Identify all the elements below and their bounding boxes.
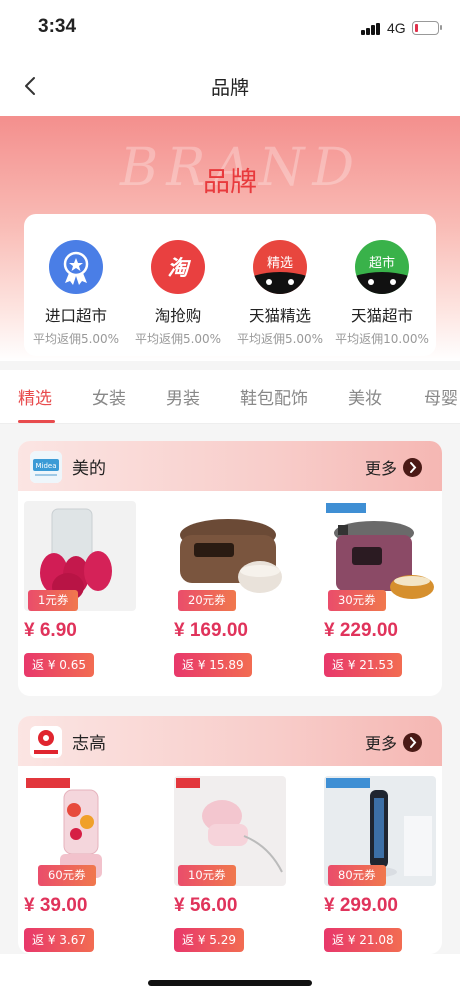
- home-bar-area: [0, 954, 460, 996]
- tab-featured[interactable]: 精选: [18, 384, 52, 409]
- product-price: ¥ 229.00: [324, 620, 398, 641]
- coupon-badge: 1元券: [28, 590, 79, 611]
- more-button[interactable]: 更多: [365, 730, 422, 754]
- coupon-badge: 10元券: [178, 865, 236, 886]
- category-rate: 平均返佣10.00%: [335, 332, 429, 346]
- network-label: 4G: [387, 20, 406, 36]
- brand-header: Midea 美的 更多: [18, 441, 442, 491]
- category-name: 淘抢购: [154, 307, 202, 325]
- rebate-badge: 返 ¥ 21.08: [324, 928, 402, 952]
- ribbon-medal-icon: [49, 240, 103, 294]
- brand-name: 志高: [72, 734, 106, 754]
- product-price: ¥ 39.00: [24, 895, 88, 916]
- rebate-badge: 返 ¥ 15.89: [174, 653, 252, 677]
- category-name: 天猫超市: [350, 307, 413, 325]
- product-price: ¥ 169.00: [174, 620, 248, 641]
- product-card[interactable]: 30元券 ¥ 229.00 返 ¥ 21.53: [324, 501, 436, 677]
- chevron-right-icon: [403, 732, 422, 752]
- battery-level: [414, 23, 418, 32]
- category-rate: 平均返佣5.00%: [134, 332, 222, 346]
- chevron-right-icon: [403, 457, 422, 477]
- product-price: ¥ 299.00: [324, 895, 398, 916]
- product-image-tower-fan[interactable]: 80元券: [324, 776, 436, 886]
- more-label: 更多: [364, 734, 397, 753]
- category-tao-flash-sale[interactable]: 淘 淘抢购 平均返佣5.00%: [128, 240, 228, 347]
- category-imported-supermarket[interactable]: 进口超市 平均返佣5.00%: [26, 240, 126, 347]
- rebate-badge: 返 ¥ 5.29: [174, 928, 244, 952]
- product-price: ¥ 56.00: [174, 895, 238, 916]
- nav-bar: 品牌: [0, 56, 460, 116]
- product-image-garment-steamer[interactable]: 10元券: [174, 776, 286, 886]
- category-rate: 平均返佣5.00%: [236, 332, 324, 346]
- product-price: ¥ 6.90: [24, 620, 77, 641]
- product-card[interactable]: 60元券 ¥ 39.00 返 ¥ 3.67: [24, 776, 136, 952]
- status-bar: 3:34 4G: [0, 0, 460, 56]
- product-image-pressure-cooker[interactable]: 30元券: [324, 501, 436, 611]
- category-rate: 平均返佣5.00%: [32, 332, 120, 346]
- hero-title: 品牌: [203, 167, 257, 198]
- tao-icon: 淘: [151, 240, 205, 294]
- product-card[interactable]: 10元券 ¥ 56.00 返 ¥ 5.29: [174, 776, 286, 952]
- more-label: 更多: [364, 459, 397, 478]
- category-tabs: 精选 女装 男装 鞋包配饰 美妆 母婴: [0, 370, 460, 424]
- home-indicator[interactable]: [148, 980, 312, 986]
- signal-icon: [361, 23, 381, 35]
- product-card[interactable]: 1元券 ¥ 6.90 返 ¥ 0.65: [24, 501, 136, 677]
- coupon-badge: 60元券: [38, 865, 96, 886]
- rebate-badge: 返 ¥ 21.53: [324, 653, 402, 677]
- category-tmall-supermarket[interactable]: 超市 天猫超市 平均返佣10.00%: [332, 240, 432, 347]
- rebate-badge: 返 ¥ 0.65: [24, 653, 94, 677]
- brand-card-chigo: 志高 更多 60元券 ¥ 39.00 返 ¥ 3.67 10元券 ¥ 56.00…: [18, 716, 442, 954]
- category-name: 进口超市: [44, 307, 107, 325]
- tab-shoes-bags[interactable]: 鞋包配饰: [240, 384, 308, 409]
- coupon-badge: 30元券: [328, 590, 386, 611]
- tab-mother-baby[interactable]: 母婴: [424, 384, 458, 409]
- svg-text:Midea: Midea: [35, 462, 56, 470]
- product-image-makeup-sponges[interactable]: 1元券: [24, 501, 136, 611]
- product-image-portable-juicer[interactable]: 60元券: [24, 776, 136, 886]
- page-title: 品牌: [210, 77, 249, 99]
- product-card[interactable]: 80元券 ¥ 299.00 返 ¥ 21.08: [324, 776, 436, 952]
- chigo-logo: [30, 726, 62, 758]
- coupon-badge: 20元券: [178, 590, 236, 611]
- category-tmall-select[interactable]: 精选 天猫精选 平均返佣5.00%: [230, 240, 330, 347]
- status-time: 3:34: [38, 16, 77, 37]
- coupon-badge: 80元券: [328, 865, 386, 886]
- tab-underline: [18, 420, 55, 423]
- tab-beauty[interactable]: 美妆: [348, 384, 382, 409]
- product-card[interactable]: 20元券 ¥ 169.00 返 ¥ 15.89: [174, 501, 286, 677]
- midea-logo: Midea: [30, 451, 62, 483]
- more-button[interactable]: 更多: [365, 455, 422, 479]
- brand-name: 美的: [72, 459, 106, 479]
- category-name: 天猫精选: [248, 307, 311, 325]
- product-image-rice-cooker[interactable]: 20元券: [174, 501, 286, 611]
- category-card: 进口超市 平均返佣5.00% 淘 淘抢购 平均返佣5.00% 精选 天猫精选 平…: [24, 214, 436, 356]
- brand-card-midea: Midea 美的 更多 1元券 ¥ 6.90 返 ¥ 0.65 20元券 ¥ 1…: [18, 441, 442, 696]
- tab-mens[interactable]: 男装: [166, 384, 200, 409]
- brand-header: 志高 更多: [18, 716, 442, 766]
- tab-womens[interactable]: 女装: [92, 384, 126, 409]
- rebate-badge: 返 ¥ 3.67: [24, 928, 94, 952]
- battery-icon: [412, 21, 442, 35]
- tmall-select-icon: 精选: [253, 240, 307, 294]
- tmall-supermarket-icon: 超市: [355, 240, 409, 294]
